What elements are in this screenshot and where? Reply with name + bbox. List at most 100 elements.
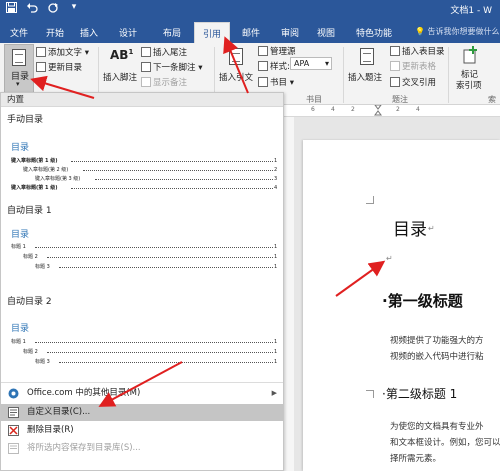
remove-toc-icon [8,425,19,436]
auto-toc-1-option[interactable]: 自动目录 1 目录 标题 1 1 标题 2 1 标题 3 1 [1,200,283,292]
update-table-icon [390,61,400,71]
auto-toc-2-name: 自动目录 2 [7,297,52,307]
tab-view[interactable]: 视图 [308,22,344,43]
insert-endnote-label: 插入尾注 [153,48,188,58]
document-paragraph[interactable]: 视频提供了功能强大的方 [390,334,484,346]
citation-style-select[interactable]: APA ▾ [290,57,332,70]
save-icon[interactable] [4,2,18,16]
document-paragraph[interactable]: 和文本框设计。例如，您可以添 [390,436,500,448]
insert-endnote-button[interactable]: 插入尾注 [141,46,187,58]
show-notes-icon [141,77,151,87]
bibliography-button[interactable]: 书目 ▾ [258,76,294,88]
tab-references[interactable]: 引用 [194,22,230,43]
mark-entry-button[interactable]: 标记 索引项 [452,45,490,91]
dot-leader [71,185,273,189]
undo-icon[interactable] [25,2,39,16]
manual-toc-option[interactable]: 手动目录 目录 键入章标题(第 1 级) 1 键入章标题(第 2 级) 2 键入… [1,108,283,206]
bibliography-label: 书目 [270,78,288,88]
custom-toc-item[interactable]: 自定义目录(C)... [1,404,283,421]
quick-access-toolbar: ▾ [4,2,81,16]
horizontal-ruler[interactable]: 6 4 2 2 4 [284,104,500,117]
document-heading-2[interactable]: ·第二级标题 1 [382,385,457,402]
indent-marker-icon[interactable] [371,104,389,116]
document-paragraph[interactable]: 视频的嵌入代码中进行粘 [390,350,484,362]
update-table-button[interactable]: 更新表格 [390,60,436,72]
document-heading-1[interactable]: ·第一级标题 [382,290,463,311]
insert-citation-button[interactable]: 插入引文 [219,45,255,91]
toc-preview-line: 标题 1 [11,339,26,345]
insert-table-of-figures-label: 插入表目录 [402,47,445,57]
auto-toc-1-name: 自动目录 1 [7,206,52,216]
manage-sources-label: 管理源 [270,47,296,57]
toc-page-number: 1 [274,244,278,250]
document-toc-title[interactable]: 目录 [393,215,427,240]
citation-icon [229,48,243,65]
title-bar: ▾ 文档1 - W 文件 开始 插入 设计 布局 引用 邮件 审阅 视图 特色功… [0,0,500,43]
tab-special-features[interactable]: 特色功能 [344,22,404,43]
update-table-label: 更新表格 [402,62,437,72]
insert-caption-button[interactable]: 插入题注 [347,45,387,91]
vertical-ruler[interactable] [284,117,294,471]
dot-leader [59,359,273,363]
dot-leader [35,339,273,343]
dot-leader [47,254,273,258]
tab-mailings[interactable]: 邮件 [230,22,272,43]
document-paragraph[interactable]: 择所需元素。 [390,452,441,464]
save-selection-to-toc-gallery-item[interactable]: 将所选内容保存到目录库(S)... [1,440,283,457]
next-footnote-button[interactable]: 下一条脚注 ▾ [141,61,202,73]
custom-toc-icon [8,407,19,418]
tab-insert[interactable]: 插入 [72,22,106,43]
ruler-number: 4 [331,106,335,113]
customize-qat-icon[interactable]: ▾ [67,2,81,16]
toc-button[interactable]: 目录 ▾ [4,44,34,94]
toc-dropdown-menu: 内置 手动目录 目录 键入章标题(第 1 级) 1 键入章标题(第 2 级) 2… [0,92,284,471]
insert-caption-label: 插入题注 [348,73,383,83]
dot-leader [59,264,273,268]
tab-review[interactable]: 审阅 [272,22,308,43]
update-toc-button[interactable]: 更新目录 [36,61,82,73]
group-label-bibliography: 书目 [306,95,322,104]
cross-reference-button[interactable]: 交叉引用 [390,76,436,88]
insert-citation-label: 插入引文 [219,73,254,83]
next-footnote-label: 下一条脚注 [153,63,196,73]
ribbon-tabs: 文件 开始 插入 设计 布局 引用 邮件 审阅 视图 特色功能 [0,22,404,43]
auto-toc-2-option[interactable]: 自动目录 2 目录 标题 1 1 标题 2 1 标题 3 1 [1,291,283,383]
insert-footnote-button[interactable]: AB1 插入脚注 [103,45,137,91]
toc-page-number: 1 [274,254,278,260]
tab-design[interactable]: 设计 [106,22,150,43]
refresh-icon [36,62,46,72]
redo-icon[interactable] [46,2,60,16]
dot-leader [47,349,273,353]
toc-preview-line: 键入章标题(第 2 级) [23,167,69,173]
add-text-button[interactable]: 添加文字 ▾ [36,46,89,58]
insert-table-of-figures-button[interactable]: 插入表目录 [390,45,445,57]
dot-leader [83,167,273,171]
window-title: 文档1 - W [450,6,492,16]
office-more-label: Office.com 中的其他目录(M) [27,388,141,398]
dot-leader [71,158,273,162]
caption-icon [360,48,374,65]
tab-layout[interactable]: 布局 [150,22,194,43]
ruler-number: 6 [311,106,315,113]
remove-toc-item[interactable]: 删除目录(R) [1,422,283,439]
office-more-tocs-item[interactable]: Office.com 中的其他目录(M) ▶ [1,385,283,402]
tab-file[interactable]: 文件 [0,22,38,43]
document-paragraph[interactable]: 为使您的文档具有专业外 [390,420,484,432]
toc-preview-line: 键入章标题(第 3 级) [35,176,81,182]
tell-me-box[interactable]: 💡 告诉我你想要做什么 [415,26,500,37]
chevron-down-icon: ▾ [16,80,20,88]
manage-sources-button[interactable]: 管理源 [258,45,296,57]
margin-corner-marker [366,196,374,204]
dot-leader [35,244,273,248]
tab-home[interactable]: 开始 [38,22,72,43]
bibliography-icon [258,77,268,87]
toc-page-number: 1 [274,264,278,270]
margin-corner-marker [366,390,374,398]
show-notes-button[interactable]: 显示备注 [141,76,187,88]
custom-toc-label: 自定义目录(C)... [27,407,91,417]
menu-divider [1,382,283,383]
toc-label: 目录 [11,72,30,82]
endnote-icon [141,47,151,57]
save-selection-label: 将所选内容保存到目录库(S)... [27,443,141,453]
toc-preview-line: 标题 2 [23,349,38,355]
